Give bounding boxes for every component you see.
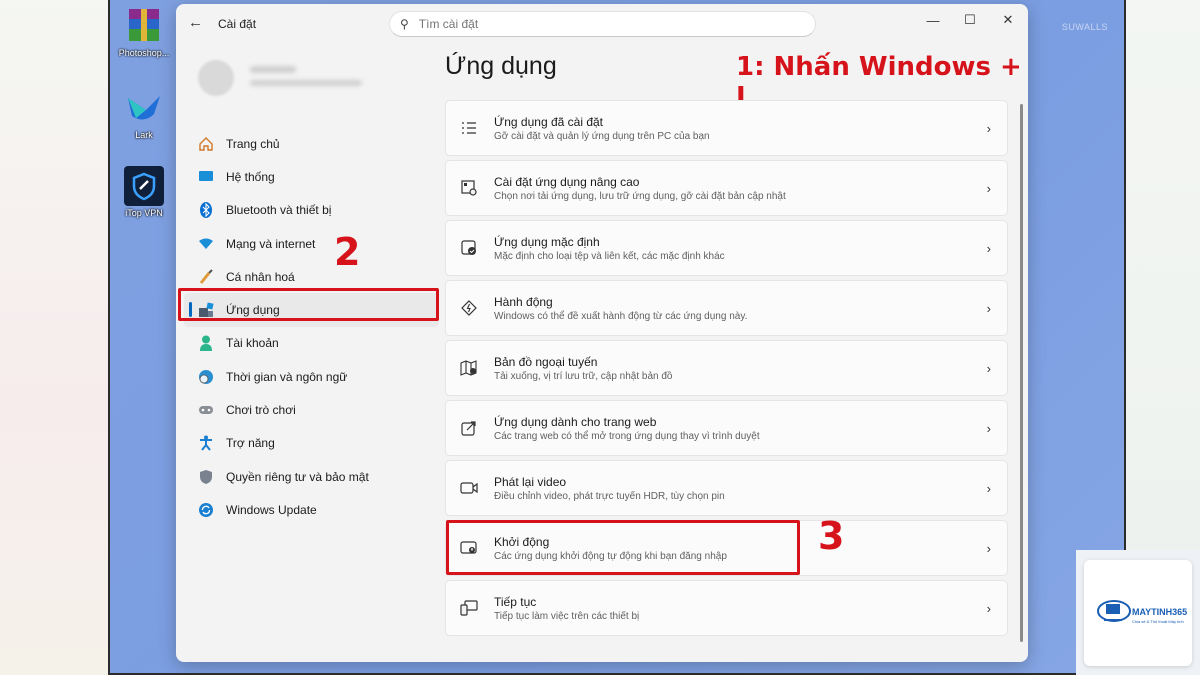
sidebar-item-system[interactable]: Hệ thống: [184, 160, 439, 193]
app-settings-icon: [460, 179, 478, 197]
winrar-icon: [124, 6, 164, 46]
card-apps-for-websites[interactable]: Ứng dụng dành cho trang web Các trang web…: [445, 400, 1008, 456]
globe-clock-icon: [198, 369, 214, 385]
system-icon: [198, 169, 214, 185]
accessibility-icon: [198, 435, 214, 451]
search-input[interactable]: [418, 17, 779, 31]
card-actions[interactable]: Hành động Windows có thể đề xuất hành độn…: [445, 280, 1008, 336]
card-advanced-app-settings[interactable]: Cài đặt ứng dụng nâng cao Chọn nơi tải ứn…: [445, 160, 1008, 216]
sidebar-item-network[interactable]: Mạng và internet: [184, 227, 439, 260]
card-installed-apps[interactable]: Ứng dụng đã cài đặt Gỡ cài đặt và quản lý…: [445, 100, 1008, 156]
close-button[interactable]: ✕: [989, 8, 1027, 32]
card-video-playback[interactable]: Phát lại video Điều chỉnh video, phát trự…: [445, 460, 1008, 516]
sidebar-item-gaming[interactable]: Chơi trò chơi: [184, 393, 439, 426]
brush-icon: [198, 269, 214, 285]
sidebar-item-time-language[interactable]: Thời gian và ngôn ngữ: [184, 360, 439, 393]
chevron-right-icon: ›: [986, 601, 991, 616]
minimize-button[interactable]: —: [914, 8, 952, 32]
user-name-blurred: [250, 66, 296, 73]
map-icon: [460, 359, 478, 377]
chevron-right-icon: ›: [986, 301, 991, 316]
gamepad-icon: [198, 402, 214, 418]
settings-window: ← Cài đặt ⚲ — ☐ ✕ Trang chủ: [176, 4, 1028, 662]
sidebar-item-accessibility[interactable]: Trợ năng: [184, 427, 439, 460]
lark-bird-icon: [124, 88, 164, 128]
account-icon: [198, 335, 214, 352]
chevron-right-icon: ›: [986, 241, 991, 256]
maximize-button[interactable]: ☐: [951, 8, 989, 32]
update-icon: [198, 502, 214, 518]
list-icon: [460, 119, 478, 137]
outer-background-left: [0, 0, 108, 675]
logo-tagline: Chia sẻ & Thủ thuật Máy tính: [1132, 619, 1184, 624]
screenshot-frame: SUWALLS Photoshop... Lark iTop VPN ← Cài…: [108, 0, 1126, 675]
search-box[interactable]: ⚲: [389, 11, 816, 37]
home-icon: [198, 136, 214, 152]
sidebar-item-home[interactable]: Trang chủ: [184, 127, 439, 160]
default-apps-icon: [460, 239, 478, 257]
card-offline-maps[interactable]: Bản đồ ngoại tuyến Tải xuống, vị trí lưu …: [445, 340, 1008, 396]
wallpaper-watermark: SUWALLS: [1061, 22, 1108, 32]
logo-name: MAYTINH365: [1132, 607, 1188, 617]
desktop-icon-lark[interactable]: Lark: [114, 88, 174, 140]
logo-card: MAYTINH365 Chia sẻ & Thủ thuật Máy tính: [1084, 560, 1192, 666]
search-icon: ⚲: [400, 17, 409, 31]
maytinh365-logo-icon: [1097, 600, 1131, 622]
user-profile[interactable]: [198, 56, 448, 100]
wifi-icon: [198, 236, 214, 252]
avatar: [198, 60, 234, 96]
sidebar-item-bluetooth[interactable]: Bluetooth và thiết bị: [184, 194, 439, 227]
sidebar-item-windows-update[interactable]: Windows Update: [184, 493, 439, 526]
chevron-right-icon: ›: [986, 421, 991, 436]
devices-icon: [460, 599, 478, 617]
user-email-blurred: [250, 80, 362, 86]
desktop-icon-itop-vpn[interactable]: iTop VPN: [114, 166, 174, 218]
scrollbar[interactable]: [1020, 104, 1023, 642]
action-icon: [460, 299, 478, 317]
page-title: Ứng dụng: [445, 52, 557, 80]
chevron-right-icon: ›: [986, 361, 991, 376]
chevron-right-icon: ›: [986, 481, 991, 496]
sidebar-item-privacy[interactable]: Quyền riêng tư và bảo mật: [184, 460, 439, 493]
step2-highlight-box: [178, 288, 439, 321]
sidebar-item-accounts[interactable]: Tài khoản: [184, 327, 439, 360]
shield-icon: [198, 469, 214, 485]
step2-label: 2: [334, 230, 361, 274]
outer-background-right: [1126, 0, 1200, 550]
chevron-right-icon: ›: [986, 121, 991, 136]
site-logo-badge: MAYTINH365 Chia sẻ & Thủ thuật Máy tính: [1076, 550, 1200, 675]
chevron-right-icon: ›: [986, 541, 991, 556]
bluetooth-icon: [198, 202, 214, 219]
web-app-icon: [460, 419, 478, 437]
step3-highlight-box: [446, 520, 800, 575]
video-icon: [460, 479, 478, 497]
card-resume[interactable]: Tiếp tục Tiếp tục làm việc trên các thiết…: [445, 580, 1008, 636]
card-default-apps[interactable]: Ứng dụng mặc định Mặc định cho loại tệp v…: [445, 220, 1008, 276]
window-title: Cài đặt: [218, 17, 257, 31]
sidebar-nav: Trang chủ Hệ thống Bluetooth và thiết bị…: [184, 127, 439, 527]
step3-label: 3: [818, 514, 845, 558]
itop-vpn-icon: [124, 166, 164, 206]
back-arrow-icon[interactable]: ←: [188, 14, 203, 31]
desktop-icon-photoshop[interactable]: Photoshop...: [114, 6, 174, 58]
title-bar: ← Cài đặt ⚲ — ☐ ✕: [176, 4, 1028, 44]
chevron-right-icon: ›: [986, 181, 991, 196]
